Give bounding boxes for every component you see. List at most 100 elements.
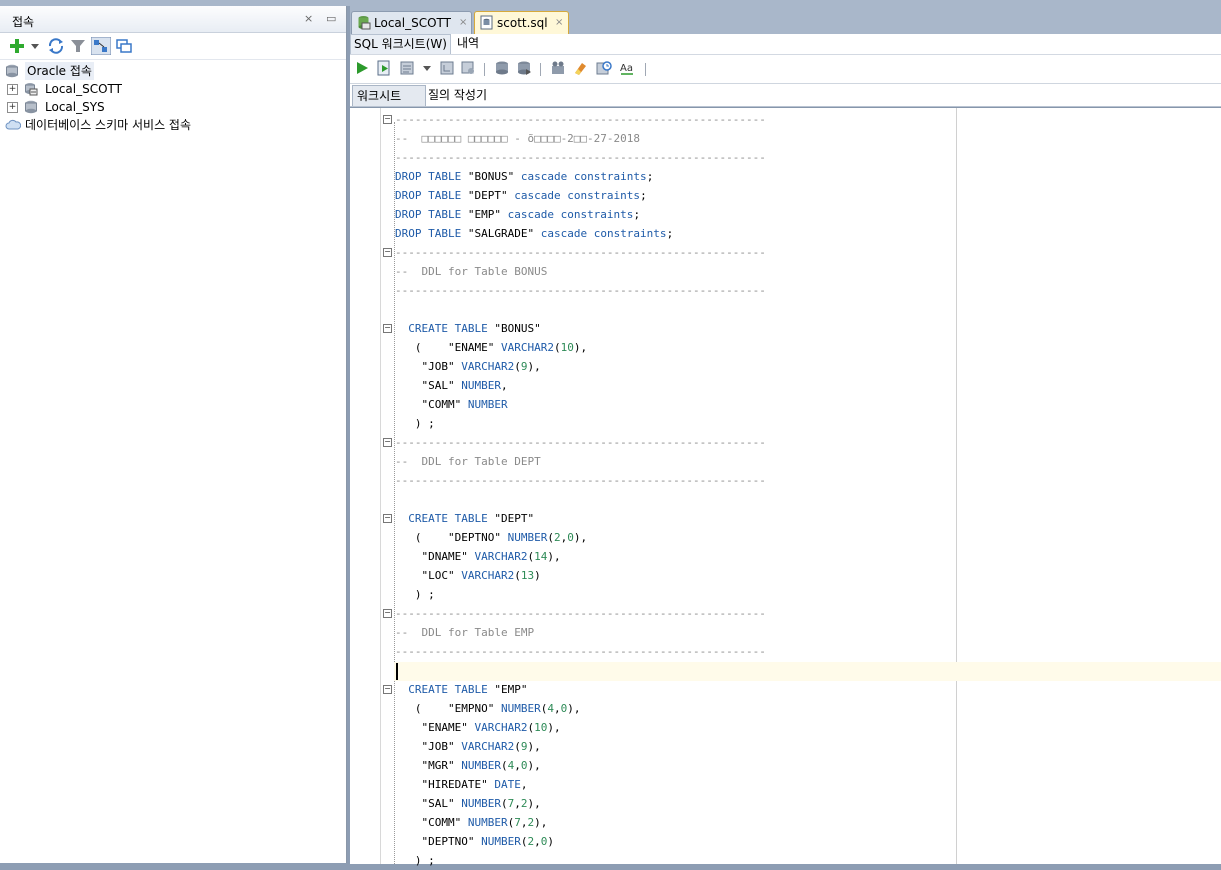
- tree-expand-icon[interactable]: +: [7, 102, 18, 113]
- code-line: "DNAME" VARCHAR2(14),: [395, 550, 561, 563]
- code-line: "HIREDATE" DATE,: [395, 778, 528, 791]
- code-line: ) ;: [395, 588, 435, 601]
- connection-icon: [358, 16, 371, 30]
- sql-subtab-bar: SQL 워크시트(W) 내역: [350, 34, 1221, 55]
- panel-close-icon[interactable]: ×: [304, 12, 313, 25]
- code-line: DROP TABLE "EMP" cascade constraints;: [395, 208, 641, 221]
- sql-code-editor[interactable]: ----------------------------------------…: [350, 107, 1221, 867]
- tree-item-label: 데이터베이스 스키마 서비스 접속: [25, 118, 192, 132]
- tab-query-builder[interactable]: 질의 작성기: [424, 85, 491, 105]
- code-line: ----------------------------------------…: [395, 113, 766, 126]
- schema-browser-icon[interactable]: [91, 37, 111, 55]
- connections-panel-title: 접속: [12, 15, 35, 29]
- window-cascade-icon[interactable]: [115, 37, 133, 55]
- sql-file-icon: [480, 15, 493, 30]
- code-line: CREATE TABLE "DEPT": [408, 512, 535, 525]
- text-caret: [396, 663, 398, 680]
- code-line: ) ;: [395, 854, 435, 867]
- current-line-highlight: [394, 662, 1221, 681]
- fold-collapse-icon[interactable]: −: [383, 609, 392, 618]
- right-margin-line: [956, 108, 957, 864]
- code-line: DROP TABLE "BONUS" cascade constraints;: [395, 170, 654, 183]
- code-line: "SAL" NUMBER,: [395, 379, 508, 392]
- code-line: ----------------------------------------…: [395, 284, 766, 297]
- fold-collapse-icon[interactable]: −: [383, 438, 392, 447]
- refresh-icon[interactable]: [47, 37, 65, 55]
- autotrace-icon[interactable]: [399, 60, 415, 76]
- code-line: "COMM" NUMBER(7,2),: [395, 816, 548, 829]
- sql-history-icon[interactable]: [596, 60, 612, 76]
- filter-icon[interactable]: [69, 37, 87, 55]
- unshared-worksheet-icon[interactable]: [550, 60, 566, 76]
- code-line: ----------------------------------------…: [395, 607, 766, 620]
- code-line: ( "EMPNO" NUMBER(4,0),: [395, 702, 581, 715]
- database-icon: [24, 100, 38, 114]
- fold-collapse-icon[interactable]: −: [383, 115, 392, 124]
- fold-collapse-icon[interactable]: −: [383, 685, 392, 694]
- tab-local-scott[interactable]: Local_SCOTT ×: [351, 11, 472, 34]
- toolbar-separator: [645, 63, 646, 76]
- code-line: ----------------------------------------…: [395, 151, 766, 164]
- code-line: ( "ENAME" VARCHAR2(10),: [395, 341, 588, 354]
- add-connection-icon[interactable]: [8, 37, 26, 55]
- editor-area: Local_SCOTT × scott.sql × SQL 워크시트(W) 내역…: [350, 6, 1221, 867]
- run-script-icon[interactable]: [376, 60, 392, 76]
- svg-text:Aa: Aa: [620, 63, 633, 74]
- toolbar-separator: [484, 63, 485, 76]
- code-line: ) ;: [395, 417, 435, 430]
- clear-eraser-icon[interactable]: [572, 60, 588, 76]
- tab-sql-worksheet[interactable]: SQL 워크시트(W): [350, 34, 451, 54]
- dropdown-arrow-icon[interactable]: [422, 60, 432, 76]
- tree-expand-icon[interactable]: +: [7, 84, 18, 95]
- fold-collapse-icon[interactable]: −: [383, 324, 392, 333]
- editor-tab-bar: Local_SCOTT × scott.sql ×: [350, 6, 1221, 34]
- code-line: DROP TABLE "SALGRADE" cascade constraint…: [395, 227, 674, 240]
- connections-panel-header: 접속 × ▭: [0, 6, 346, 33]
- panel-minimize-icon[interactable]: ▭: [326, 12, 336, 25]
- code-line: "ENAME" VARCHAR2(10),: [395, 721, 561, 734]
- editor-gutter: [350, 108, 381, 864]
- code-line: ----------------------------------------…: [395, 645, 766, 658]
- dropdown-arrow-icon[interactable]: [30, 37, 40, 55]
- code-line: -- DDL for Table BONUS: [395, 265, 548, 278]
- code-line: "JOB" VARCHAR2(9),: [395, 360, 541, 373]
- tree-item-label: Local_SYS: [45, 100, 105, 114]
- connection-tree-item[interactable]: 데이터베이스 스키마 서비스 접속: [0, 116, 340, 134]
- connection-tree-item[interactable]: Oracle 접속: [0, 62, 340, 80]
- code-line: "COMM" NUMBER: [395, 398, 508, 411]
- explain-plan-icon[interactable]: [439, 60, 455, 76]
- connection-tree-item[interactable]: + Local_SCOTT: [0, 80, 340, 98]
- tree-item-label: Oracle 접속: [25, 62, 94, 80]
- code-line: "SAL" NUMBER(7,2),: [395, 797, 541, 810]
- commit-icon[interactable]: [494, 60, 510, 76]
- connections-toolbar: [0, 33, 346, 60]
- code-line: ----------------------------------------…: [395, 474, 766, 487]
- code-line: ----------------------------------------…: [395, 436, 766, 449]
- code-line: -- □□□□□□ □□□□□□ - õ□□□□-2□□-27-2018: [395, 132, 641, 145]
- code-line: ----------------------------------------…: [395, 246, 766, 259]
- cloud-icon: [5, 118, 22, 132]
- tab-label: Local_SCOTT: [374, 16, 451, 30]
- tab-close-icon[interactable]: ×: [555, 12, 563, 34]
- rollback-icon[interactable]: [516, 60, 532, 76]
- tab-scott-sql[interactable]: scott.sql ×: [474, 11, 569, 34]
- tab-close-icon[interactable]: ×: [459, 12, 467, 34]
- tab-worksheet[interactable]: 워크시트: [352, 85, 426, 106]
- format-case-icon[interactable]: Aa: [619, 60, 635, 76]
- connection-tree-item[interactable]: + Local_SYS: [0, 98, 340, 116]
- fold-collapse-icon[interactable]: −: [383, 248, 392, 257]
- code-line: CREATE TABLE "BONUS": [408, 322, 541, 335]
- tab-history[interactable]: 내역: [454, 34, 482, 53]
- code-line: "MGR" NUMBER(4,0),: [395, 759, 541, 772]
- sql-tuning-icon[interactable]: [460, 60, 476, 76]
- tree-item-label: Local_SCOTT: [45, 82, 122, 96]
- code-line: ( "DEPTNO" NUMBER(2,0),: [395, 531, 588, 544]
- run-statement-icon[interactable]: [354, 60, 370, 76]
- connection-icon: [24, 82, 38, 96]
- fold-collapse-icon[interactable]: −: [383, 514, 392, 523]
- database-icon: [5, 64, 19, 78]
- code-line: -- DDL for Table EMP: [395, 626, 535, 639]
- code-line: -- DDL for Table DEPT: [395, 455, 541, 468]
- worksheet-tab-bar: 워크시트 질의 작성기: [350, 84, 1221, 107]
- connections-panel: 접속 × ▭ Oracle 접속 + Local_SCOTT + Local_SYS 데이…: [0, 6, 347, 863]
